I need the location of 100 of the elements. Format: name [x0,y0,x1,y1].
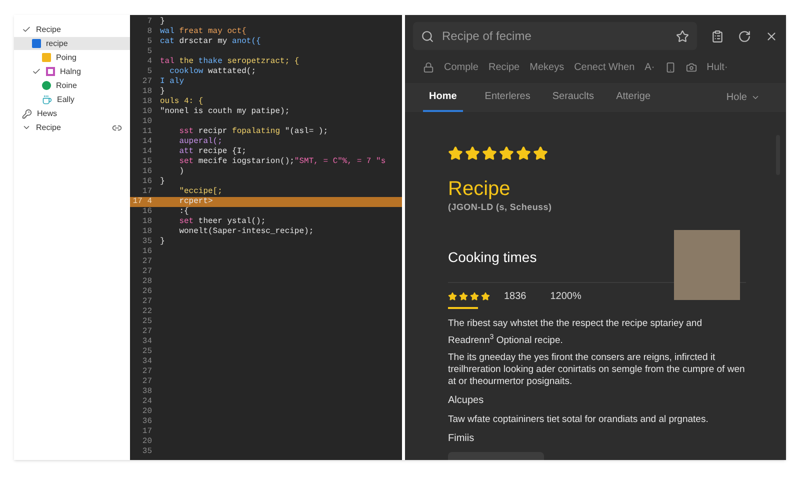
check-icon[interactable] [32,67,41,76]
refresh-icon[interactable] [738,30,751,43]
star-icon [448,292,457,301]
search-icon [421,30,434,43]
code-token: anot({ [232,37,261,47]
line-number: 18 [141,87,153,97]
bookmark-link[interactable]: Recipe [488,60,520,75]
line-number: 10 [141,117,153,127]
bookmark-link[interactable]: Hult· [706,60,728,75]
star-icon [516,146,531,160]
line-number: 25 [141,317,153,327]
bookmark-link[interactable]: Cenect When [574,60,635,75]
menu-dropdown[interactable]: Hole [726,90,760,105]
line-number: 17 [141,187,153,197]
tree-item[interactable]: Hews [14,107,130,120]
line-number: 27 [141,367,153,377]
line-number: 25 [141,347,153,357]
key-icon [22,108,32,118]
line-number: 34 [141,357,153,367]
line-number: 36 [141,417,153,427]
line-number: 22 [141,307,153,317]
star-icon [499,146,514,160]
code-token: freat may oct{ [179,27,246,37]
line-number: 17 4 [132,197,153,207]
line-number: 16 [141,247,153,257]
code-token: tal [160,57,176,67]
tree-item[interactable]: Recipe [14,121,130,134]
line-number: 27 [141,327,153,337]
code-token: ) [178,167,184,177]
line-number: 35 [141,237,153,247]
tree-item[interactable]: Roine [14,79,130,92]
photo-placeholder [674,230,740,300]
phone-icon[interactable] [664,62,676,73]
line-number: 26 [141,287,153,297]
clipboard-icon[interactable] [711,30,724,43]
rating-percent: 1200% [550,290,582,304]
bookmark-link[interactable]: Comple [444,60,478,75]
line-number: 20 [141,437,153,447]
code-token: "(asl= ); [284,127,328,137]
code-token: :{ [178,207,189,217]
code-token: } [160,177,165,187]
nav-tab[interactable]: Atterige [616,83,651,112]
code-token: cooklow [168,67,204,77]
code-token: recipr [198,127,228,137]
line-number: 34 [141,337,153,347]
code-token: wattated(; [208,67,256,77]
line-number: 27 [141,267,153,277]
star-icon [465,146,480,160]
star-icon[interactable] [676,30,689,43]
line-number: 5 [146,47,153,57]
code-token: drsctar my [179,37,228,47]
lock-icon[interactable] [423,62,434,73]
line-number: 16 [141,177,153,187]
recipe-subtitle: (JGON-LD (s, Scheuss) [448,200,553,214]
line-number: 35 [141,447,153,457]
code-token: cat [160,37,176,47]
rating-count: 1836 [504,290,526,304]
line-number: 14 [141,137,153,147]
subheading: Alcupes [448,394,485,408]
bookmark-link[interactable]: A· [644,60,655,75]
subheading: Fimiis [448,432,476,446]
tree-item[interactable]: recipe [14,37,130,50]
paragraph: Taw wfate coptaininers tiet sotal for orandiats and al prgnates. [448,414,710,426]
code-token: the [179,57,195,67]
code-token: set [178,157,195,167]
code-token: "nonel is couth my patipe); [160,107,290,117]
tree-item[interactable]: Eally [14,93,130,106]
line-number: 20 [141,407,153,417]
chevron-down-icon[interactable] [22,123,31,132]
code-token: auperal(; [178,137,222,147]
code-token: rcpert> [178,197,213,207]
tree-item[interactable]: Halng [14,65,130,78]
bookmark-link[interactable]: Mekeys [530,60,564,75]
section-heading: Cooking times [448,248,538,267]
star-icon [481,292,490,301]
line-number: 10 [141,107,153,117]
nav-tab[interactable]: Home [423,83,463,112]
camera-icon[interactable] [686,62,697,73]
link-icon[interactable] [112,122,122,132]
nav-tab[interactable]: Enterleres [484,83,530,112]
line-number: 4 [146,57,153,67]
code-token: thake [198,57,224,67]
code-token: } [160,87,165,97]
line-number: 16 [141,207,153,217]
line-number: 5 [146,37,153,47]
code-token: set [178,217,195,227]
nav-tab[interactable]: Serauclts [552,83,594,112]
line-number: 27 [141,297,153,307]
tree-item[interactable]: Poing [14,51,130,64]
code-token: recipe {I; [198,147,246,157]
code-token: "SMT, = C"%, = 7 "s [294,157,386,167]
check-icon[interactable] [22,25,31,34]
line-number: 27 [141,77,153,87]
search-field[interactable]: Recipe of fecime [413,22,697,50]
tree-item[interactable]: Recipe [14,23,130,36]
close-icon[interactable] [765,30,778,43]
star-icon [470,292,479,301]
line-number: 27 [141,377,153,387]
code-token: mecife iogstarion(); [198,157,294,167]
code-token: seropetzract; { [227,57,300,67]
